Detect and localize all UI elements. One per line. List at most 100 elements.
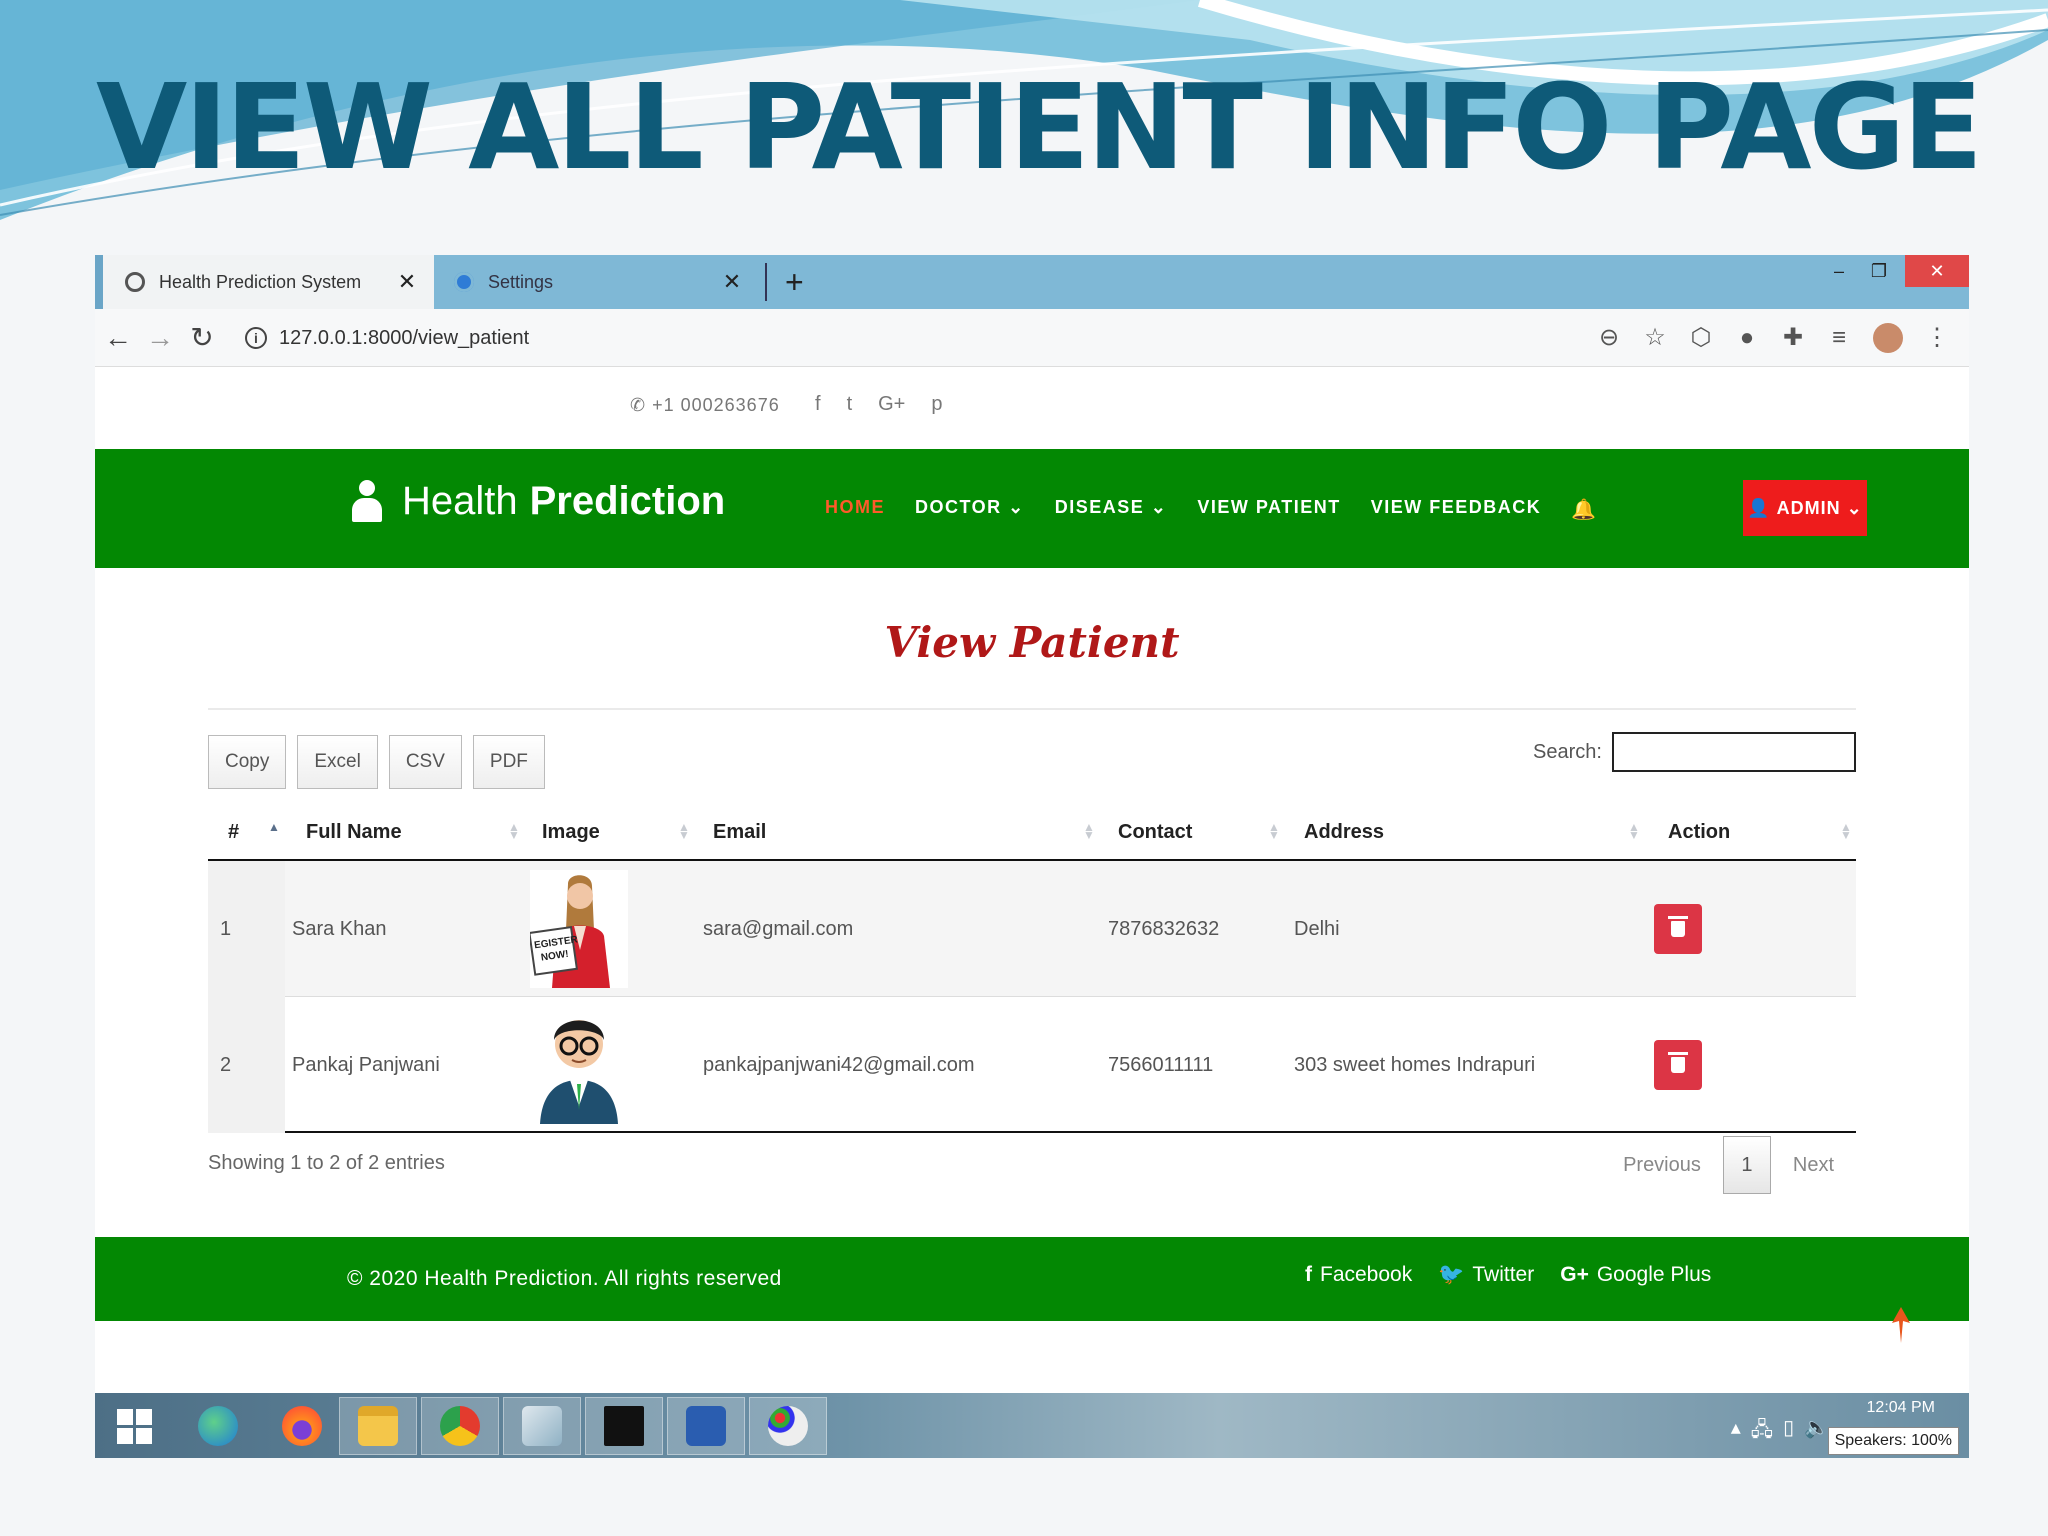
url-text: 127.0.0.1:8000/view_patient (279, 326, 530, 349)
delete-button[interactable] (1654, 1040, 1702, 1090)
taskbar-file-explorer[interactable] (339, 1397, 417, 1455)
taskbar-paint[interactable] (749, 1397, 827, 1455)
pinterest-icon[interactable]: p (931, 393, 942, 416)
copy-button[interactable]: Copy (208, 735, 287, 789)
taskbar-word[interactable] (667, 1397, 745, 1455)
scroll-to-top-icon[interactable] (1892, 1307, 1910, 1343)
excel-button[interactable]: Excel (297, 735, 378, 789)
col-id[interactable]: # (228, 803, 239, 861)
doctor-icon (350, 479, 384, 524)
battery-icon[interactable]: ▯ (1783, 1415, 1794, 1449)
tab-settings[interactable]: Settings ✕ (434, 255, 759, 309)
reading-list-icon[interactable]: ≡ (1827, 323, 1851, 353)
twitter-icon[interactable]: t (847, 393, 853, 416)
row-id: 1 (220, 918, 232, 940)
show-hidden-icons-icon[interactable]: ▴ (1731, 1415, 1741, 1449)
sort-icon[interactable]: ▲ ▼ (1083, 821, 1095, 841)
col-action[interactable]: Action (1668, 803, 1730, 861)
google-plus-icon: G+ (1560, 1263, 1589, 1286)
next-page-button[interactable]: Next (1771, 1154, 1856, 1177)
csv-button[interactable]: CSV (388, 735, 462, 789)
close-tab-icon[interactable]: ✕ (717, 269, 747, 295)
taskbar-edge[interactable] (179, 1397, 257, 1455)
restore-button[interactable]: ❐ (1859, 255, 1899, 287)
url-field[interactable]: i 127.0.0.1:8000/view_patient (245, 317, 1765, 359)
site-footer: © 2020 Health Prediction. All rights res… (95, 1237, 1969, 1321)
nav-links: HOME DOCTOR ⌄ DISEASE ⌄ VIEW PATIENT VIE… (825, 497, 1598, 522)
previous-page-button[interactable]: Previous (1601, 1154, 1723, 1177)
forward-arrow-icon[interactable]: → (143, 321, 177, 355)
taskbar-terminal[interactable] (585, 1397, 663, 1455)
patient-address: Delhi (1294, 918, 1340, 940)
extension-shield-icon[interactable]: ⬡ (1689, 323, 1713, 353)
new-tab-button[interactable]: + (765, 263, 804, 301)
sort-icon[interactable]: ▲ ▼ (678, 821, 690, 841)
col-full-name[interactable]: Full Name (306, 803, 402, 861)
sort-asc-icon[interactable]: ▲ (268, 821, 280, 833)
nav-disease[interactable]: DISEASE ⌄ (1055, 497, 1168, 522)
main-navbar: Health Prediction HOME DOCTOR ⌄ DISEASE … (95, 449, 1969, 568)
delete-button[interactable] (1654, 904, 1702, 954)
patient-email: sara@gmail.com (703, 918, 854, 940)
google-plus-label: Google Plus (1596, 1263, 1712, 1286)
clock[interactable]: 12:04 PM (1815, 1399, 1935, 1417)
patient-contact: 7566011111 (1108, 1054, 1214, 1076)
col-image[interactable]: Image (542, 803, 600, 861)
nav-view-patient[interactable]: VIEW PATIENT (1197, 497, 1340, 522)
window-close-button[interactable]: ✕ (1905, 255, 1969, 287)
phone-text: +1 000263676 (652, 395, 780, 415)
footer-social-links: f Facebook 🐦 Twitter G+ Google Plus (1305, 1263, 1711, 1287)
sort-icon[interactable]: ▲ ▼ (1628, 821, 1640, 841)
col-contact[interactable]: Contact (1118, 803, 1192, 861)
brand-logo[interactable]: Health Prediction (350, 479, 725, 524)
search-input[interactable] (1611, 732, 1856, 772)
close-tab-icon[interactable]: ✕ (392, 269, 422, 295)
site-info-icon[interactable]: i (245, 327, 267, 349)
twitter-icon: 🐦 (1438, 1263, 1465, 1286)
sort-icon[interactable]: ▲ ▼ (1268, 821, 1280, 841)
google-plus-icon[interactable]: G+ (878, 393, 905, 416)
table-search: Search: (1533, 732, 1856, 772)
bookmark-star-icon[interactable]: ☆ (1643, 323, 1667, 353)
col-email[interactable]: Email (713, 803, 766, 861)
speaker-icon[interactable]: 🔈 (1804, 1415, 1829, 1449)
footer-google-plus-link[interactable]: G+ Google Plus (1560, 1263, 1711, 1287)
brand-text-bold: Prediction (529, 479, 726, 523)
sort-icon[interactable]: ▲ ▼ (508, 821, 520, 841)
admin-dropdown-button[interactable]: 👤 ADMIN ⌄ (1743, 480, 1867, 536)
tab-health-prediction[interactable]: Health Prediction System ✕ (95, 255, 434, 309)
extension-circle-icon[interactable]: ● (1735, 323, 1759, 353)
network-icon[interactable]: 🖧 (1751, 1415, 1773, 1449)
trash-icon (1668, 916, 1688, 937)
footer-facebook-link[interactable]: f Facebook (1305, 1263, 1412, 1287)
taskbar-chrome[interactable] (421, 1397, 499, 1455)
nav-home[interactable]: HOME (825, 497, 885, 522)
bell-icon[interactable]: 🔔 (1571, 497, 1597, 522)
nav-view-feedback[interactable]: VIEW FEEDBACK (1371, 497, 1542, 522)
table-footer: Showing 1 to 2 of 2 entries Previous 1 N… (208, 1132, 1856, 1196)
extensions-puzzle-icon[interactable]: ✚ (1781, 323, 1805, 353)
reload-icon[interactable]: ↻ (185, 321, 219, 355)
taskbar-app[interactable] (503, 1397, 581, 1455)
paint-icon (768, 1406, 808, 1446)
browser-toolbar: ⊖ ☆ ⬡ ● ✚ ≡ ⋮ (1597, 323, 1949, 353)
sort-icon[interactable]: ▲ ▼ (1840, 821, 1852, 841)
pdf-button[interactable]: PDF (472, 735, 545, 789)
profile-avatar[interactable] (1873, 323, 1903, 353)
taskbar-firefox[interactable] (263, 1397, 341, 1455)
back-arrow-icon[interactable]: ← (101, 321, 135, 355)
patient-photo: EGISTER NOW! (530, 870, 628, 988)
footer-twitter-link[interactable]: 🐦 Twitter (1438, 1263, 1534, 1287)
minimize-button[interactable]: – (1819, 255, 1859, 287)
patient-name: Pankaj Panjwani (292, 1054, 440, 1076)
table-row: 2 Pankaj Panjwani pankajpanjwani42@gmail… (208, 997, 1856, 1133)
address-bar: ← → ↻ i 127.0.0.1:8000/view_patient ⊖ ☆ … (95, 309, 1969, 367)
col-address[interactable]: Address (1304, 803, 1384, 861)
nav-doctor[interactable]: DOCTOR ⌄ (915, 497, 1025, 522)
page-1-button[interactable]: 1 (1722, 1136, 1771, 1194)
start-button[interactable] (95, 1397, 173, 1455)
zoom-icon[interactable]: ⊖ (1597, 323, 1621, 353)
row-id-cell: 1 (208, 861, 285, 997)
menu-dots-icon[interactable]: ⋮ (1925, 323, 1949, 353)
facebook-icon[interactable]: f (815, 393, 821, 416)
